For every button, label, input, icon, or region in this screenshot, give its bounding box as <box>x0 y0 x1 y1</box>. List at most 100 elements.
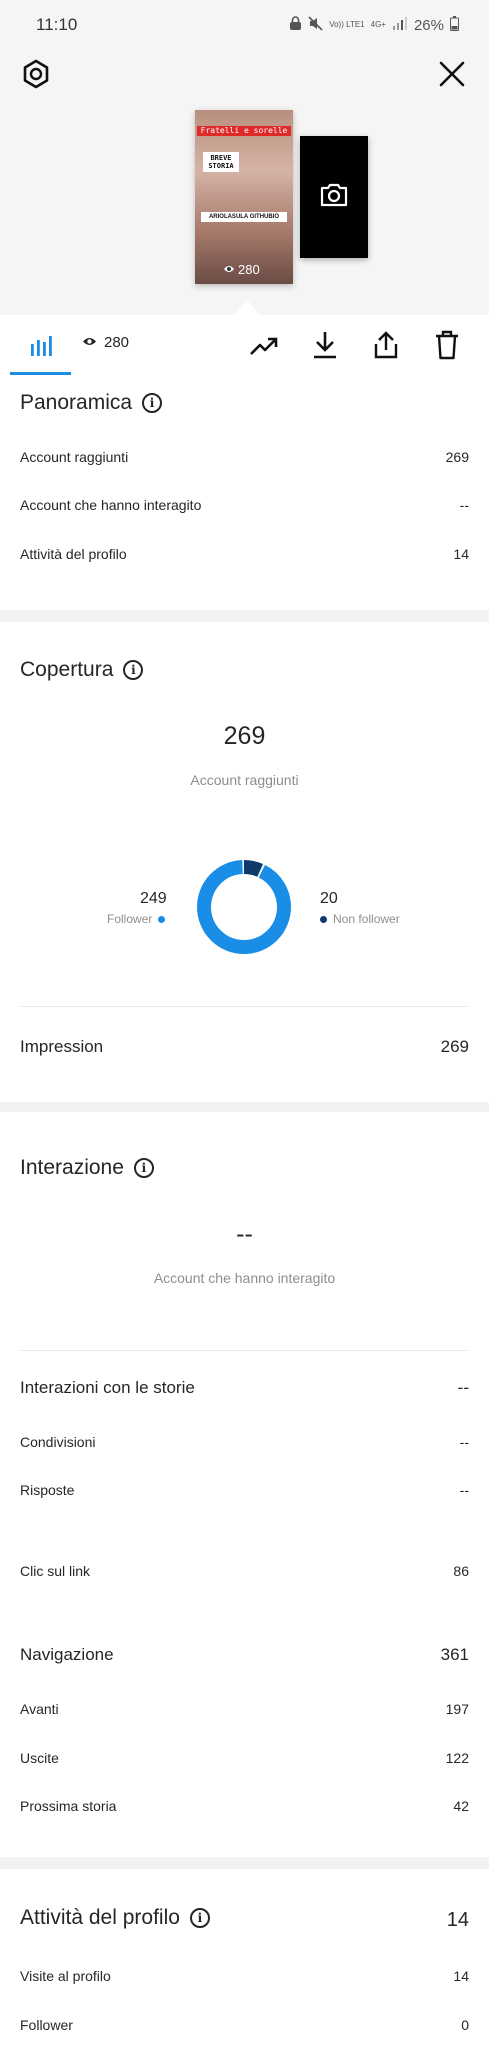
info-icon[interactable]: i <box>123 660 144 680</box>
story-views: 280 <box>223 262 260 277</box>
impression-label: Impression <box>20 1037 104 1056</box>
row-value: 122 <box>445 1750 469 1766</box>
overview-section: Panoramica i Account raggiunti 269 Accou… <box>0 375 489 610</box>
info-icon[interactable]: i <box>133 1158 154 1178</box>
reach-donut-chart <box>197 860 291 954</box>
row-label: Uscite <box>20 1750 59 1766</box>
settings-gear-icon[interactable] <box>18 56 54 92</box>
donut-followers-segment <box>197 860 291 954</box>
signal-icon <box>392 16 408 34</box>
impression-value: 269 <box>440 1037 469 1056</box>
share-icon[interactable] <box>370 328 402 362</box>
row-value: 14 <box>453 1968 469 1984</box>
profile-row: Follower 0 <box>20 2017 469 2033</box>
promote-trend-icon[interactable] <box>248 330 280 362</box>
non-followers-label: Non follower <box>333 912 400 926</box>
bar-chart-icon[interactable] <box>26 331 56 361</box>
trash-icon[interactable] <box>432 328 462 362</box>
row-value: 0 <box>461 2017 469 2033</box>
followers-legend: Follower <box>107 912 166 926</box>
info-icon[interactable]: i <box>189 1908 210 1928</box>
lock-icon <box>289 16 302 34</box>
info-icon[interactable]: i <box>142 393 163 413</box>
non-followers-dot <box>320 915 327 923</box>
camera-icon <box>319 182 349 213</box>
add-story-thumbnail[interactable] <box>300 136 368 258</box>
overview-title-text: Panoramica <box>20 391 133 414</box>
story-title-text: BREVE STORIA <box>203 152 239 172</box>
navigation-detail-row: Prossima storia 42 <box>20 1798 469 1814</box>
link-clicks-row: Clic sul link 86 <box>20 1563 469 1579</box>
row-label: Risposte <box>20 1482 75 1498</box>
mute-icon <box>308 15 323 35</box>
row-label: Attività del profilo <box>20 546 127 562</box>
eye-icon <box>223 262 235 277</box>
profile-activity-title-text: Attività del profilo <box>20 1906 180 1929</box>
interaction-total-label: Account che hanno interagito <box>153 1270 336 1286</box>
tab-viewers-count: 280 <box>104 334 130 351</box>
divider <box>20 1350 469 1351</box>
navigation-value: 361 <box>440 1645 469 1664</box>
overview-title: Panoramica i <box>20 391 163 415</box>
profile-row: Visite al profilo 14 <box>20 1968 469 1984</box>
row-value: 269 <box>445 449 469 465</box>
row-label: Visite al profilo <box>20 1968 111 1984</box>
navigation-row: Navigazione 361 <box>20 1645 469 1665</box>
interaction-title-text: Interazione <box>20 1156 124 1179</box>
reach-title-text: Copertura <box>20 658 114 681</box>
reach-total-label: Account raggiunti <box>190 772 299 788</box>
story-interactions-label: Interazioni con le storie <box>20 1378 195 1397</box>
story-caption-text: ARIOLASULA GITHUBIO <box>201 212 287 222</box>
row-value: -- <box>459 1482 469 1498</box>
interaction-total: -- <box>236 1220 253 1248</box>
followers-label: Follower <box>107 912 153 926</box>
insights-tab-bar: 280 <box>0 315 489 375</box>
followers-value: 249 <box>140 890 167 907</box>
navigation-detail-row: Uscite 122 <box>20 1750 469 1766</box>
row-label: Condivisioni <box>20 1434 96 1450</box>
interaction-row: Risposte -- <box>20 1482 469 1498</box>
tab-viewers[interactable]: 280 <box>82 334 129 351</box>
selection-caret <box>234 300 260 315</box>
close-icon[interactable] <box>434 56 470 92</box>
row-value: 42 <box>453 1798 469 1814</box>
overview-row: Attività del profilo 14 <box>20 546 469 562</box>
overview-row: Account che hanno interagito -- <box>20 497 469 513</box>
status-time: 11:10 <box>36 15 78 34</box>
story-interactions-value: -- <box>457 1378 469 1397</box>
download-icon[interactable] <box>309 328 341 362</box>
row-label: Follower <box>20 2017 73 2033</box>
profile-activity-title: Attività del profilo i <box>20 1906 210 1930</box>
row-value: 197 <box>445 1701 469 1717</box>
story-banner-text: Fratelli e sorelle <box>197 126 291 136</box>
row-value: 14 <box>453 546 469 562</box>
row-label: Prossima storia <box>20 1798 117 1814</box>
eye-icon <box>82 334 97 351</box>
followers-dot <box>158 915 166 923</box>
divider <box>20 1006 469 1007</box>
status-icons: Vo)) LTE1 4G+ 26% <box>289 15 459 35</box>
battery-icon <box>450 15 459 35</box>
profile-activity-value: 14 <box>446 1909 469 1931</box>
reach-total: 269 <box>223 722 266 750</box>
profile-activity-section: Attività del profilo i 14 Visite al prof… <box>0 1869 489 2048</box>
navigation-label: Navigazione <box>20 1645 114 1664</box>
volte-label: Vo)) LTE1 <box>329 20 365 29</box>
network-type: 4G+ <box>370 20 386 29</box>
link-clicks-label: Clic sul link <box>20 1563 91 1579</box>
story-thumbnail-selected[interactable]: Fratelli e sorelle BREVE STORIA ARIOLASU… <box>195 110 293 284</box>
interaction-title: Interazione i <box>20 1156 154 1180</box>
navigation-detail-row: Avanti 197 <box>20 1701 469 1717</box>
link-clicks-value: 86 <box>453 1563 469 1579</box>
row-label: Account che hanno interagito <box>20 497 202 513</box>
row-label: Account raggiunti <box>20 449 129 465</box>
battery-level: 26% <box>413 16 444 34</box>
reach-section: Copertura i 269 Account raggiunti 249 Fo… <box>0 622 489 1102</box>
row-value: -- <box>459 497 469 513</box>
non-followers-value: 20 <box>320 890 338 907</box>
overview-row: Account raggiunti 269 <box>20 449 469 465</box>
story-views-count: 280 <box>238 262 260 277</box>
non-followers-legend: Non follower <box>320 912 400 926</box>
reach-title: Copertura i <box>20 658 144 682</box>
story-interactions-row: Interazioni con le storie -- <box>20 1378 469 1398</box>
